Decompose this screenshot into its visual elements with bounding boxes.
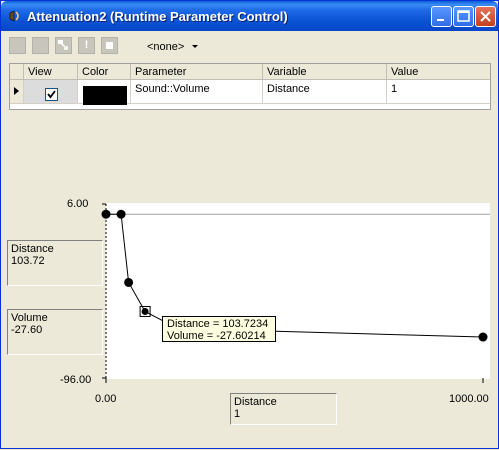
curve-point	[478, 332, 488, 342]
tooltip-distance: Distance = 103.7234	[167, 318, 269, 330]
curve-point	[141, 307, 149, 315]
point-tooltip: Distance = 103.7234 Volume = -27.60214	[162, 316, 276, 342]
curve-point	[116, 209, 126, 219]
curve-chart[interactable]	[1, 1, 499, 450]
rpc-window: Attenuation2 (Runtime Parameter Control)…	[0, 0, 499, 449]
curve-point	[124, 277, 134, 287]
curve-point	[101, 209, 111, 219]
tooltip-volume: Volume = -27.60214	[167, 330, 266, 342]
